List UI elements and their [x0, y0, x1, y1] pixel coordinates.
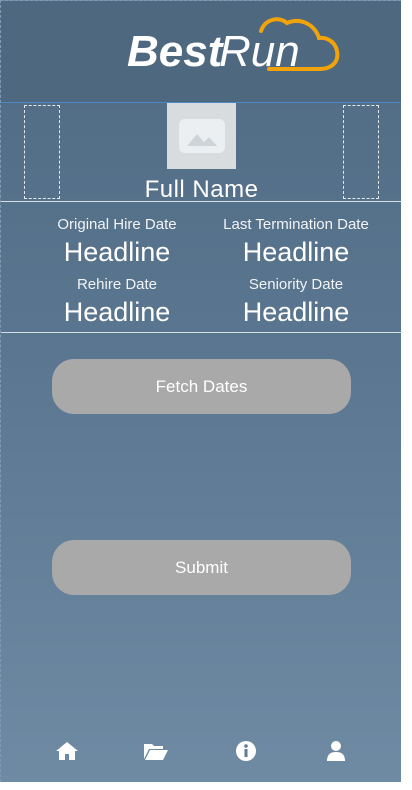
- original-hire-cell: Original Hire Date Headline: [17, 216, 217, 268]
- original-hire-label: Original Hire Date: [57, 216, 177, 233]
- dates-grid: Original Hire Date Headline Last Termina…: [1, 203, 401, 333]
- app-frame: Best Run Full Name Original Hire Date He…: [0, 0, 412, 790]
- divider-bottom: [1, 332, 401, 333]
- full-name: Full Name: [144, 176, 259, 203]
- brand-text-run: Run: [219, 27, 300, 76]
- profile-section: Full Name: [1, 103, 401, 203]
- home-icon: [56, 742, 78, 760]
- image-placeholder-icon: [178, 119, 225, 153]
- seniority-value: Headline: [242, 297, 350, 327]
- tab-profile[interactable]: [323, 736, 349, 766]
- info-icon: [236, 741, 256, 761]
- bestrun-logo: Best Run: [119, 11, 349, 83]
- divider-top: [1, 201, 401, 202]
- brand-text-best: Best: [127, 27, 225, 76]
- bottom-tab-bar: [1, 736, 401, 768]
- tab-info[interactable]: [233, 736, 259, 766]
- tab-home[interactable]: [54, 736, 80, 766]
- rehire-value: Headline: [63, 297, 171, 327]
- last-termination-cell: Last Termination Date Headline: [196, 216, 396, 268]
- header-bar: Best Run: [1, 1, 401, 103]
- last-termination-label: Last Termination Date: [223, 216, 369, 233]
- tab-files[interactable]: [143, 736, 169, 766]
- last-termination-value: Headline: [242, 237, 350, 267]
- seniority-label: Seniority Date: [248, 276, 344, 293]
- avatar[interactable]: [167, 103, 236, 169]
- rehire-label: Rehire Date: [76, 276, 158, 293]
- submit-button[interactable]: Submit: [52, 540, 351, 595]
- phone-screen: Best Run Full Name Original Hire Date He…: [0, 0, 401, 782]
- folder-open-icon: [144, 744, 168, 760]
- rehire-cell: Rehire Date Headline: [17, 276, 217, 328]
- seniority-cell: Seniority Date Headline: [196, 276, 396, 328]
- user-icon: [327, 741, 345, 761]
- original-hire-value: Headline: [63, 237, 171, 267]
- fetch-dates-button[interactable]: Fetch Dates: [52, 359, 351, 414]
